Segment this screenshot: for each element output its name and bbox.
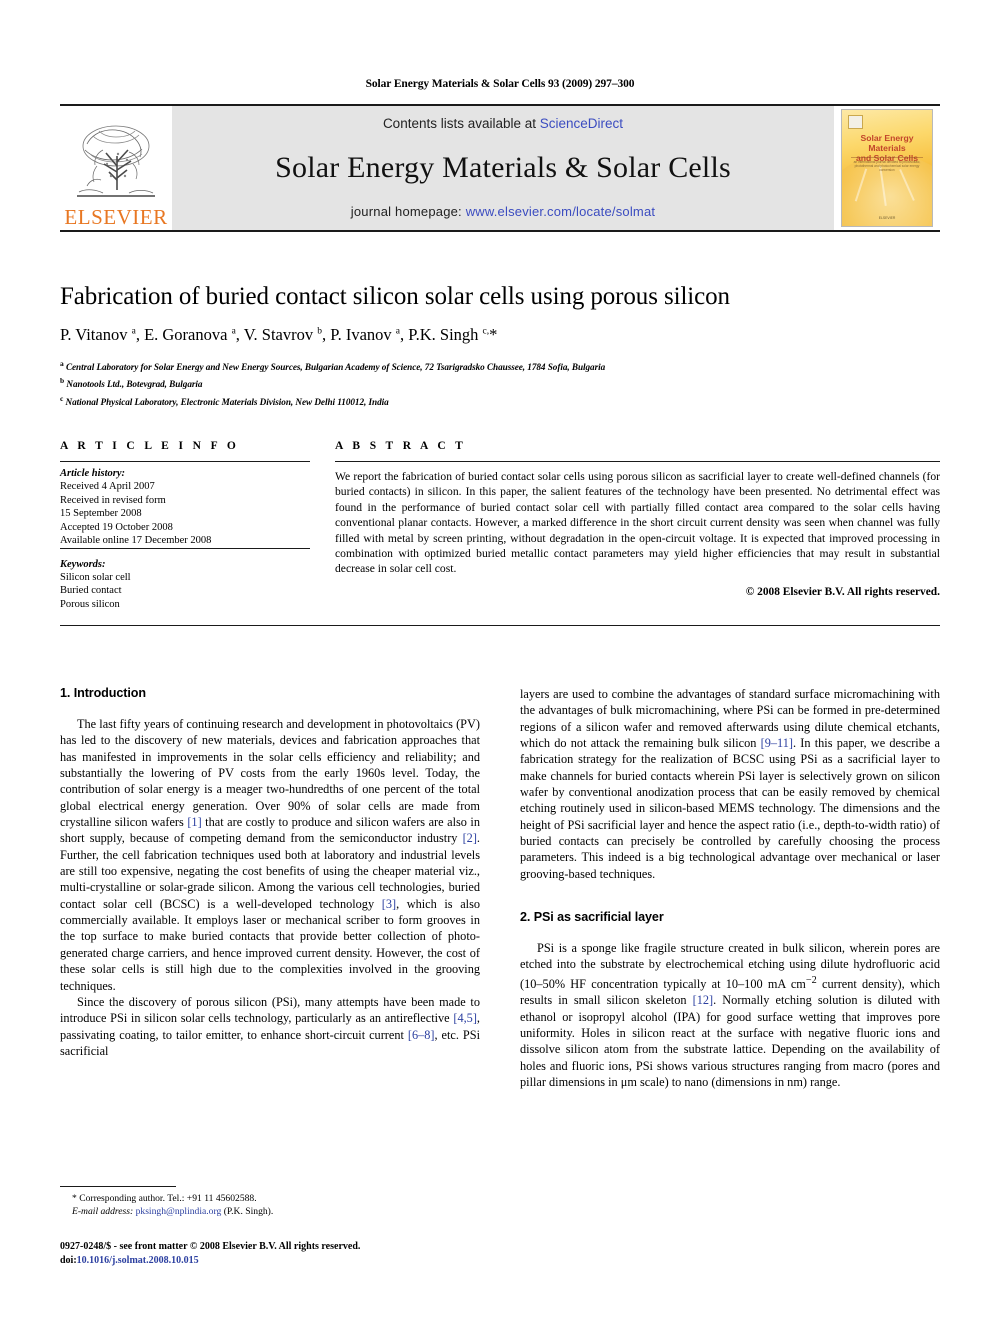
- cover-title-line1: Solar Energy Materials: [860, 133, 914, 153]
- author-list: P. Vitanov a, E. Goranova a, V. Stavrov …: [60, 325, 498, 344]
- sciencedirect-link[interactable]: ScienceDirect: [540, 116, 623, 131]
- journal-homepage-prefix: journal homepage:: [350, 204, 466, 219]
- intro-paragraph-1: The last fifty years of continuing resea…: [60, 716, 480, 994]
- s2-p1-seg-c: . Normally etching solution is diluted w…: [520, 993, 941, 1089]
- contents-lists-line: Contents lists available at ScienceDirec…: [383, 116, 623, 131]
- citation-ref-2[interactable]: [2]: [463, 831, 477, 845]
- affiliation-text-c: National Physical Laboratory, Electronic…: [65, 396, 389, 407]
- doi-link[interactable]: 10.1016/j.solmat.2008.10.015: [77, 1255, 199, 1266]
- abstract-text: We report the fabrication of buried cont…: [335, 461, 940, 577]
- journal-masthead: ELSEVIER Contents lists available at Sci…: [60, 104, 940, 232]
- cover-publisher-name: ELSEVIER: [878, 216, 896, 220]
- rcol-p1-seg-b: . In this paper, we describe a fabricati…: [520, 736, 940, 881]
- email-link[interactable]: pksingh@nplindia.org: [136, 1206, 222, 1217]
- citation-ref-9-11[interactable]: [9–11]: [761, 736, 793, 750]
- affiliation-text-b: Nanotools Ltd., Botevgrad, Bulgaria: [66, 379, 203, 390]
- abstract-heading: A B S T R A C T: [335, 440, 467, 452]
- article-history-group: Article history: Received 4 April 2007 R…: [60, 461, 310, 548]
- keyword-item: Buried contact: [60, 585, 122, 596]
- current-density-exponent: −2: [805, 974, 817, 986]
- intro-continuation-paragraph: layers are used to combine the advantage…: [520, 686, 940, 882]
- affiliation-c: c National Physical Laboratory, Electron…: [60, 392, 940, 410]
- doi-line: doi:10.1016/j.solmat.2008.10.015: [60, 1254, 560, 1268]
- section2-paragraph-1: PSi is a sponge like fragile structure c…: [520, 940, 940, 1090]
- cover-title: Solar Energy Materials and Solar Cells: [842, 133, 932, 163]
- issn-copyright-line: 0927-0248/$ - see front matter © 2008 El…: [60, 1241, 361, 1252]
- intro-p2-seg-a: Since the discovery of porous silicon (P…: [60, 994, 480, 1026]
- history-line: Received 4 April 2007: [60, 481, 155, 492]
- history-line: Received in revised form: [60, 494, 166, 506]
- affiliation-a: a Central Laboratory for Solar Energy an…: [60, 357, 940, 375]
- cover-publisher-mark-icon: [848, 115, 863, 129]
- citation-ref-12[interactable]: [12]: [693, 993, 714, 1007]
- affiliation-text-a: Central Laboratory for Solar Energy and …: [65, 361, 606, 372]
- info-abstract-band: A R T I C L E I N F O Article history: R…: [60, 440, 940, 626]
- article-info-heading: A R T I C L E I N F O: [60, 440, 240, 452]
- journal-cover-wrap: Solar Energy Materials and Solar Cells a…: [834, 106, 940, 230]
- citation-ref-4-5[interactable]: [4,5]: [453, 1011, 477, 1025]
- keywords-group: Keywords: Silicon solar cell Buried cont…: [60, 547, 310, 612]
- citation-ref-3[interactable]: [3]: [382, 897, 396, 911]
- article-info-column: A R T I C L E I N F O Article history: R…: [60, 440, 310, 611]
- running-head: Solar Energy Materials & Solar Cells 93 …: [365, 78, 635, 90]
- keyword-item: Porous silicon: [60, 598, 120, 610]
- elsevier-wordmark: ELSEVIER: [64, 205, 168, 229]
- corresponding-author-line: * Corresponding author. Tel.: +91 11 456…: [72, 1193, 257, 1204]
- journal-homepage-line: journal homepage: www.elsevier.com/locat…: [351, 204, 655, 219]
- title-block: Fabrication of buried contact silicon so…: [60, 283, 940, 409]
- body-column-right: layers are used to combine the advantage…: [520, 686, 940, 1090]
- section-heading-psi-sacrificial-layer: 2. PSi as sacrificial layer: [520, 910, 664, 925]
- history-line: 15 September 2008: [60, 508, 142, 519]
- abstract-column: A B S T R A C T We report the fabricatio…: [335, 440, 940, 611]
- history-line: Available online 17 December 2008: [60, 535, 212, 546]
- intro-p1-seg-d: , which is also commercially available. …: [60, 896, 481, 993]
- journal-homepage-link[interactable]: www.elsevier.com/locate/solmat: [466, 204, 656, 219]
- affiliation-marker-b: b: [60, 376, 65, 386]
- email-label: E-mail address:: [72, 1206, 134, 1217]
- section-heading-introduction: 1. Introduction: [60, 686, 146, 700]
- body-column-left: 1. Introduction The last fifty years of …: [60, 686, 480, 1090]
- journal-title: Solar Energy Materials & Solar Cells: [275, 150, 731, 184]
- cover-divider: [851, 157, 923, 158]
- intro-p1-seg-a: The last fifty years of continuing resea…: [60, 717, 480, 830]
- article-history-label: Article history:: [60, 468, 126, 479]
- elsevier-tree-icon: [73, 120, 159, 206]
- body-columns: 1. Introduction The last fifty years of …: [60, 686, 940, 1090]
- citation-ref-1[interactable]: [1]: [187, 815, 201, 829]
- journal-cover-thumbnail: Solar Energy Materials and Solar Cells a…: [841, 109, 933, 227]
- page-title: Fabrication of buried contact silicon so…: [60, 283, 730, 310]
- history-line: Accepted 19 October 2008: [60, 521, 173, 533]
- cover-subtitle: an international journal devoted to phot…: [853, 160, 921, 172]
- keywords-label: Keywords:: [60, 558, 106, 570]
- paper-page: Solar Energy Materials & Solar Cells 93 …: [0, 0, 992, 1323]
- affiliation-marker-c: c: [60, 393, 64, 403]
- elsevier-logo: ELSEVIER: [60, 106, 172, 230]
- intro-paragraph-2: Since the discovery of porous silicon (P…: [60, 994, 480, 1059]
- masthead-center: Contents lists available at ScienceDirec…: [172, 106, 834, 230]
- affiliation-b: b Nanotools Ltd., Botevgrad, Bulgaria: [60, 374, 940, 392]
- citation-ref-6-8[interactable]: [6–8]: [408, 1028, 435, 1042]
- corresponding-author-footnote: * Corresponding author. Tel.: +91 11 456…: [60, 1186, 480, 1218]
- doi-label: doi:: [60, 1254, 77, 1266]
- column-gap: [310, 440, 335, 611]
- email-line: E-mail address: pksingh@nplindia.org (P.…: [60, 1205, 480, 1218]
- email-owner: (P.K. Singh).: [221, 1206, 274, 1217]
- body-column-gap: [480, 686, 520, 1090]
- footnote-divider: [60, 1186, 176, 1187]
- affiliation-marker-a: a: [60, 358, 64, 368]
- contents-lists-prefix: Contents lists available at: [382, 116, 540, 131]
- keyword-item: Silicon solar cell: [60, 571, 131, 583]
- abstract-copyright: © 2008 Elsevier B.V. All rights reserved…: [745, 585, 940, 598]
- front-matter-block: 0927-0248/$ - see front matter © 2008 El…: [60, 1240, 560, 1267]
